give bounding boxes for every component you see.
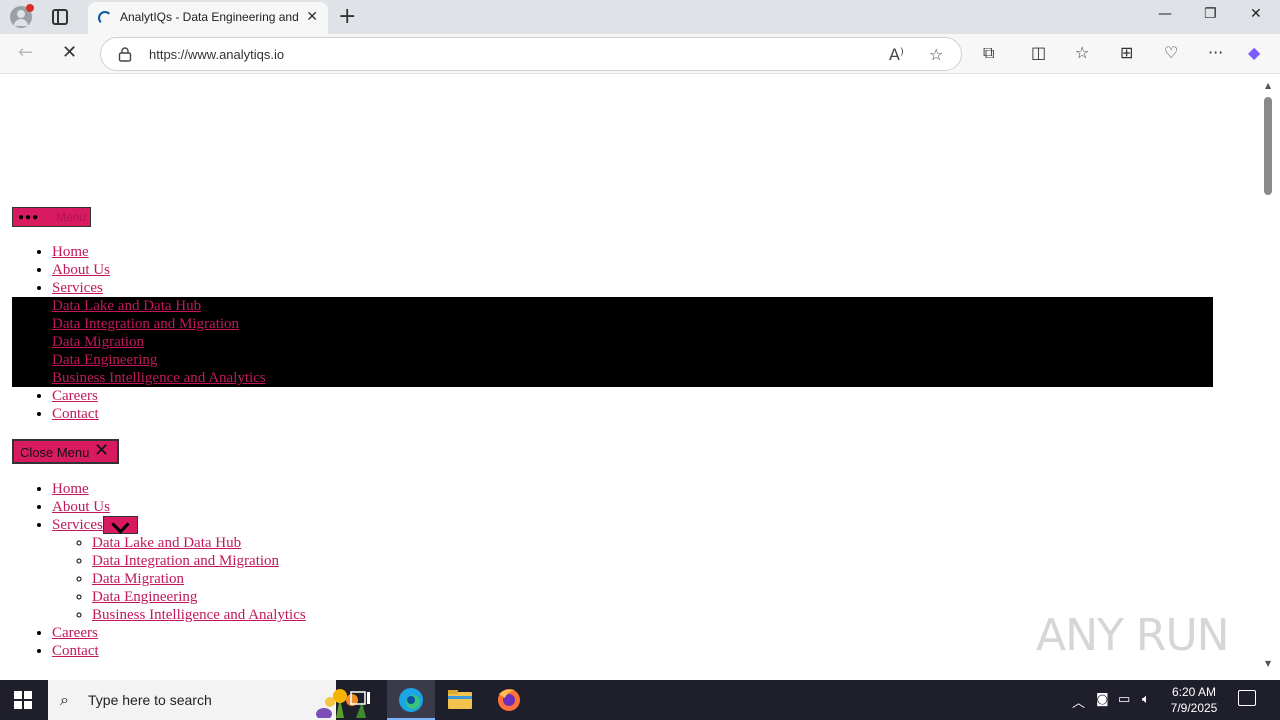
taskbar-search-box[interactable]: ⌕ Type here to search: [48, 680, 366, 720]
nav-link-careers[interactable]: Careers: [52, 388, 98, 404]
address-bar[interactable]: https://www.analytiqs.io A⁾ ☆: [100, 37, 962, 71]
tab-actions-icon[interactable]: [52, 9, 68, 25]
nav-item: Careers: [52, 387, 1213, 405]
favorites-icon[interactable]: ☆: [1075, 43, 1089, 62]
mobile-nav-link-careers[interactable]: Careers: [52, 625, 98, 641]
volume-icon[interactable]: 🔈︎: [1142, 692, 1150, 707]
firefox-icon[interactable]: [485, 680, 533, 720]
tab-title: AnalytIQs - Data Engineering and: [120, 10, 298, 24]
windows-taskbar: ⌕ Type here to search ︿ ◙ ▭ 🔈︎ 6:20 AM 7…: [0, 680, 1280, 720]
edge-browser-icon[interactable]: [387, 680, 435, 720]
primary-nav: Home About Us Services Data Lake and Dat…: [12, 243, 1213, 423]
nav-item: Careers: [52, 624, 306, 642]
submenu-link[interactable]: Data Migration: [92, 571, 184, 587]
tab-close-icon[interactable]: ✕: [306, 9, 318, 25]
services-submenu: Data Lake and Data Hub Data Integration …: [12, 297, 1213, 387]
taskbar-search-placeholder: Type here to search: [88, 692, 212, 708]
nav-item: Home: [52, 243, 1213, 261]
browser-tab-active[interactable]: AnalytIQs - Data Engineering and ✕: [88, 2, 328, 34]
scrollbar-thumb[interactable]: [1264, 97, 1272, 195]
notification-dot: [26, 4, 34, 12]
site-info-icon[interactable]: [118, 46, 132, 62]
nav-item: About Us: [52, 498, 306, 516]
browser-toolbar: ← ✕ https://www.analytiqs.io A⁾ ☆ ⧉ ◫ ☆ …: [0, 34, 1280, 74]
submenu-link[interactable]: Data Integration and Migration: [52, 316, 239, 332]
nav-item: Home: [52, 480, 306, 498]
close-menu-button[interactable]: Close Menu ✕: [12, 439, 119, 464]
collections-icon[interactable]: ⊞: [1120, 43, 1133, 62]
clock-date: 7/9/2025: [1170, 701, 1218, 715]
mobile-services-submenu: Data Lake and Data Hub Data Integration …: [12, 534, 306, 624]
nav-item: Contact: [52, 405, 1213, 423]
meet-now-icon[interactable]: ◙: [1096, 692, 1109, 707]
mobile-nav-link-services[interactable]: Services: [52, 517, 103, 533]
back-button[interactable]: ←: [18, 42, 33, 63]
page-viewport: ●●● Menu Home About Us Services Data Lak…: [4, 75, 1262, 677]
menu-toggle-button[interactable]: ●●● Menu: [12, 207, 91, 227]
loading-spinner-icon: [98, 11, 112, 25]
browser-tabstrip: AnalytIQs - Data Engineering and ✕ + — ❐…: [0, 0, 1280, 34]
read-aloud-icon[interactable]: A⁾: [889, 45, 904, 64]
scroll-up-icon[interactable]: ▲: [1265, 81, 1271, 90]
file-explorer-icon[interactable]: [436, 680, 484, 720]
submenu-link[interactable]: Data Integration and Migration: [92, 553, 279, 569]
close-icon: ✕: [94, 440, 110, 461]
search-icon: ⌕: [60, 690, 69, 709]
nav-link-services[interactable]: Services: [52, 280, 103, 296]
nav-item: About Us: [52, 261, 1213, 279]
submenu-expand-chevron-icon[interactable]: [102, 516, 138, 534]
nav-item: Contact: [52, 642, 306, 660]
profile-icon[interactable]: [10, 4, 34, 28]
mobile-nav-link-about[interactable]: About Us: [52, 499, 110, 515]
clock-time: 6:20 AM: [1171, 685, 1217, 699]
menu-toggle-label: Menu: [56, 210, 87, 224]
nav-item: Services Data Lake and Data Hub Data Int…: [12, 279, 1213, 387]
window-close-button[interactable]: ✕: [1250, 6, 1262, 22]
menu-dots-icon: ●●●: [18, 212, 40, 223]
tray-overflow-icon[interactable]: ︿: [1072, 692, 1085, 711]
submenu-link[interactable]: Data Lake and Data Hub: [92, 535, 241, 551]
submenu-link[interactable]: Business Intelligence and Analytics: [92, 607, 306, 623]
minimize-button[interactable]: —: [1158, 6, 1172, 22]
nav-item: Services Data Lake and Data Hub Data Int…: [52, 516, 306, 624]
windows-start-icon[interactable]: [14, 691, 32, 709]
submenu-link[interactable]: Data Engineering: [92, 589, 197, 605]
favorite-star-icon[interactable]: ☆: [929, 45, 943, 64]
nav-link-home[interactable]: Home: [52, 244, 89, 260]
mobile-nav-link-home[interactable]: Home: [52, 481, 89, 497]
nav-link-contact[interactable]: Contact: [52, 406, 99, 422]
nav-link-about[interactable]: About Us: [52, 262, 110, 278]
submenu-link[interactable]: Data Migration: [52, 334, 144, 350]
scroll-down-icon[interactable]: ▼: [1265, 659, 1271, 668]
system-clock[interactable]: 6:20 AM 7/9/2025: [1164, 684, 1224, 716]
vertical-scrollbar[interactable]: ▲ ▼: [1262, 75, 1276, 677]
task-view-icon[interactable]: [336, 680, 384, 720]
url-text[interactable]: https://www.analytiqs.io: [149, 47, 284, 62]
network-icon[interactable]: ▭: [1118, 692, 1130, 707]
anyrun-watermark: ANY RUN: [1036, 610, 1230, 661]
restore-button[interactable]: ❐: [1204, 6, 1217, 22]
stop-loading-button[interactable]: ✕: [62, 42, 77, 63]
notification-center-icon[interactable]: [1238, 690, 1256, 706]
split-screen-icon[interactable]: ◫: [1031, 43, 1046, 62]
close-menu-label: Close Menu: [20, 445, 90, 460]
more-options-icon[interactable]: ···: [1208, 43, 1223, 62]
mobile-nav-link-contact[interactable]: Contact: [52, 643, 99, 659]
submenu-link[interactable]: Business Intelligence and Analytics: [52, 370, 266, 386]
browser-essentials-icon[interactable]: ♡: [1164, 43, 1178, 62]
submenu-link[interactable]: Data Engineering: [52, 352, 157, 368]
copilot-icon[interactable]: ◆: [1248, 43, 1260, 62]
extensions-icon[interactable]: ⧉: [983, 43, 994, 63]
submenu-link[interactable]: Data Lake and Data Hub: [52, 298, 201, 314]
mobile-nav: Home About Us Services Data Lake and Dat…: [52, 480, 306, 660]
new-tab-button[interactable]: +: [338, 4, 356, 29]
